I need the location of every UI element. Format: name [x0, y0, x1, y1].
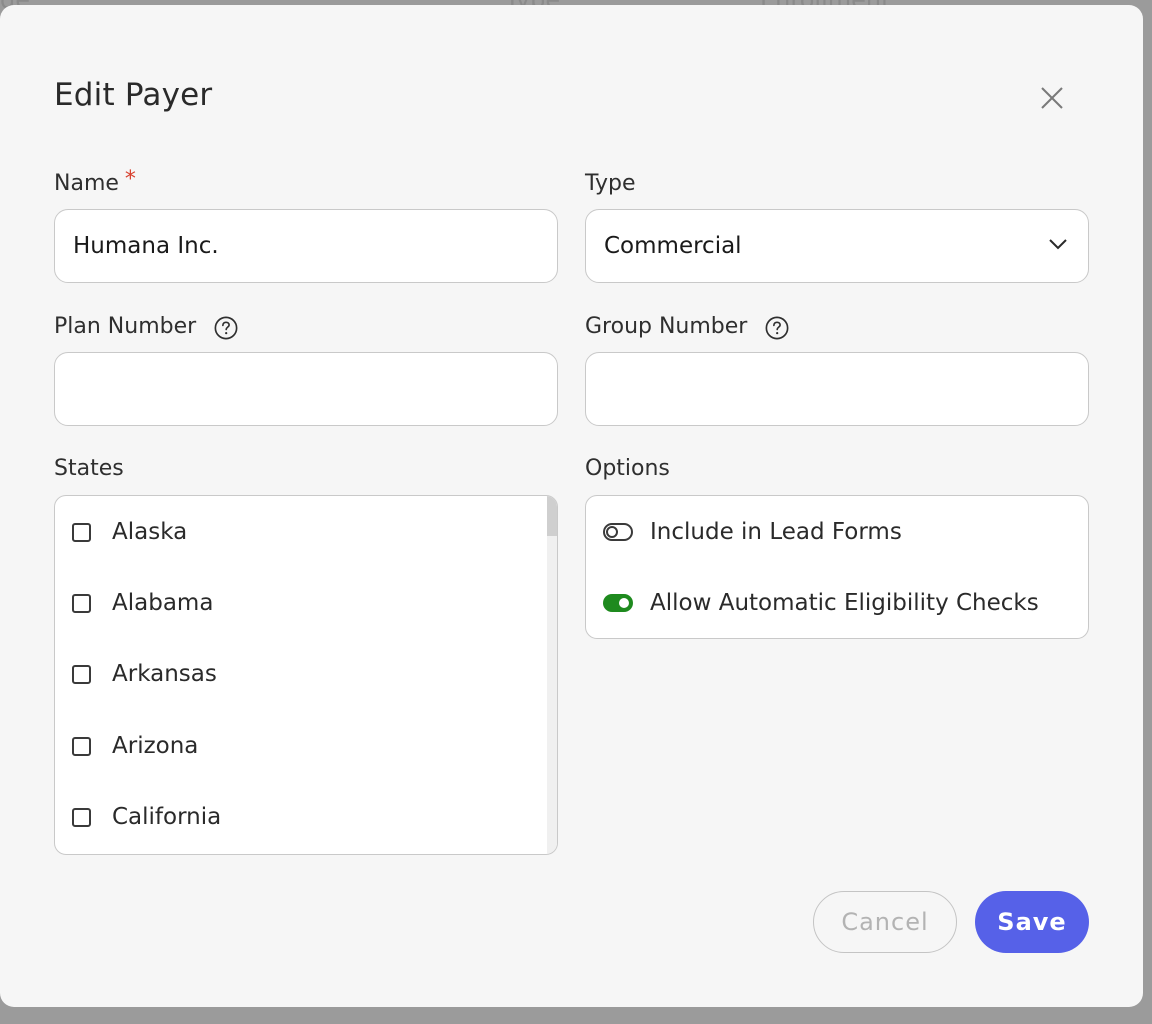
state-item-alabama[interactable]: Alabama [72, 583, 213, 623]
modal-title: Edit Payer [54, 77, 213, 113]
options-panel: Include in Lead Forms Allow Automatic El… [585, 495, 1089, 639]
group-number-label-text: Group Number [585, 314, 748, 339]
edit-payer-modal: Edit Payer Name * Type Commercial Plan N… [0, 5, 1143, 1007]
plan-number-input[interactable] [73, 376, 539, 402]
scrollbar-thumb[interactable] [547, 496, 557, 536]
type-label-text: Type [585, 171, 636, 196]
checkbox[interactable] [72, 736, 91, 756]
name-field[interactable] [54, 209, 558, 283]
close-icon [1041, 87, 1063, 109]
states-label-text: States [54, 456, 124, 481]
toggle-knob [606, 526, 618, 538]
state-label: Arizona [112, 733, 199, 759]
group-number-field[interactable] [585, 352, 1089, 426]
states-list[interactable]: Alaska Alabama Arkansas Arizona Californ… [54, 495, 558, 855]
checkbox[interactable] [72, 522, 91, 542]
state-item-alaska[interactable]: Alaska [72, 512, 187, 552]
checkbox[interactable] [72, 807, 91, 827]
option-include-in-lead-forms[interactable]: Include in Lead Forms [603, 512, 902, 552]
state-label: Alabama [112, 590, 214, 616]
state-item-california[interactable]: California [72, 797, 221, 837]
group-number-label: Group Number [585, 314, 789, 339]
option-allow-automatic-eligibility-checks[interactable]: Allow Automatic Eligibility Checks [603, 583, 1039, 623]
name-label: Name * [54, 167, 136, 196]
required-marker: * [124, 167, 136, 192]
plan-number-label-text: Plan Number [54, 314, 197, 339]
state-label: California [112, 804, 222, 830]
checkbox[interactable] [72, 664, 91, 684]
state-item-arkansas[interactable]: Arkansas [72, 654, 217, 694]
close-button[interactable] [1034, 80, 1070, 116]
state-label: Alaska [112, 519, 188, 545]
option-label: Include in Lead Forms [650, 519, 902, 545]
group-number-input[interactable] [604, 376, 1070, 402]
toggle-switch[interactable] [603, 523, 633, 541]
toggle-knob [619, 598, 629, 608]
cancel-button[interactable]: Cancel [813, 891, 957, 953]
save-button[interactable]: Save [975, 891, 1089, 953]
type-select[interactable]: Commercial [585, 209, 1089, 283]
state-item-arizona[interactable]: Arizona [72, 726, 198, 766]
option-label: Allow Automatic Eligibility Checks [650, 590, 1039, 616]
chevron-down-icon [1048, 234, 1068, 260]
scrollbar[interactable] [547, 496, 557, 854]
plan-number-label: Plan Number [54, 314, 238, 339]
checkbox[interactable] [72, 593, 91, 613]
state-label: Arkansas [112, 661, 217, 687]
type-selected-value: Commercial [604, 233, 742, 259]
toggle-switch[interactable] [603, 594, 633, 612]
options-label-text: Options [585, 456, 670, 481]
question-circle-icon[interactable] [765, 315, 789, 339]
options-label: Options [585, 456, 670, 481]
type-label: Type [585, 171, 636, 196]
name-input[interactable] [73, 233, 539, 259]
question-circle-icon[interactable] [214, 315, 238, 339]
states-label: States [54, 456, 124, 481]
plan-number-field[interactable] [54, 352, 558, 426]
name-label-text: Name [54, 171, 119, 196]
